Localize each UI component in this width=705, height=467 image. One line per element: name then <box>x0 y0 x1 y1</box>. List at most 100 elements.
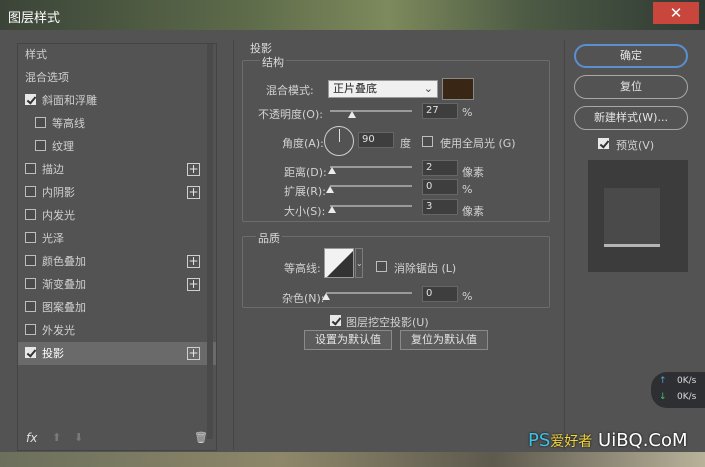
style-item-label: 外发光 <box>42 324 75 337</box>
style-item-label: 光泽 <box>42 232 64 245</box>
size-slider-thumb[interactable] <box>328 206 337 213</box>
noise-slider-thumb[interactable] <box>322 293 330 300</box>
set-default-button[interactable]: 设置为默认值 <box>304 330 392 350</box>
opacity-input[interactable]: 27 <box>422 103 458 119</box>
style-item-label: 投影 <box>42 347 64 360</box>
style-item-4[interactable]: 描边 + <box>18 158 216 181</box>
style-item-checkbox[interactable] <box>25 209 36 220</box>
style-item-2[interactable]: 等高线 <box>18 112 216 135</box>
add-style-icon[interactable]: + <box>187 186 200 199</box>
title-bar: 图层样式 ✕ <box>0 0 705 30</box>
spread-input[interactable]: 0 <box>422 179 458 195</box>
angle-input[interactable]: 90 <box>358 132 394 148</box>
styles-scrollbar[interactable] <box>207 44 213 439</box>
style-item-label: 渐变叠加 <box>42 278 86 291</box>
style-item-7[interactable]: 光泽 <box>18 227 216 250</box>
window-title: 图层样式 <box>8 11 61 26</box>
add-style-icon[interactable]: + <box>187 255 200 268</box>
add-style-icon[interactable]: + <box>187 347 200 360</box>
noise-label: 杂色(N): <box>282 292 325 305</box>
add-style-icon[interactable]: + <box>187 163 200 176</box>
knockout-checkbox[interactable] <box>330 315 341 326</box>
add-style-icon[interactable]: + <box>187 278 200 291</box>
spread-slider[interactable] <box>330 185 412 187</box>
style-item-10[interactable]: 图案叠加 <box>18 296 216 319</box>
antialias-label: 消除锯齿 (L) <box>394 262 457 275</box>
style-item-checkbox[interactable] <box>25 186 36 197</box>
move-up-icon[interactable]: ⬆ <box>52 431 61 444</box>
style-item-label: 内发光 <box>42 209 75 222</box>
angle-unit: 度 <box>400 137 411 150</box>
preview-checkbox[interactable] <box>598 138 609 149</box>
style-item-checkbox[interactable] <box>35 117 46 128</box>
style-item-11[interactable]: 外发光 <box>18 319 216 342</box>
style-item-checkbox[interactable] <box>25 163 36 174</box>
fx-button[interactable]: fx <box>26 431 37 445</box>
reset-default-button[interactable]: 复位为默认值 <box>400 330 488 350</box>
noise-unit: % <box>462 290 473 303</box>
net-speed-widget: ↑ 0K/s ↓ 0K/s <box>651 372 705 408</box>
style-item-label: 混合选项 <box>25 71 69 84</box>
style-item-3[interactable]: 纹理 <box>18 135 216 158</box>
styles-header[interactable]: 样式 <box>18 44 216 66</box>
style-item-8[interactable]: 颜色叠加 + <box>18 250 216 273</box>
opacity-slider-thumb[interactable] <box>348 111 357 118</box>
style-item-0[interactable]: 混合选项 <box>18 66 216 89</box>
quality-title: 品质 <box>256 230 282 246</box>
style-item-6[interactable]: 内发光 <box>18 204 216 227</box>
blend-mode-select[interactable]: 正片叠底 ⌄ <box>328 80 438 98</box>
upload-speed: 0K/s <box>677 376 697 386</box>
style-item-1[interactable]: 斜面和浮雕 <box>18 89 216 112</box>
ok-button[interactable]: 确定 <box>574 44 688 68</box>
noise-slider[interactable] <box>326 292 412 294</box>
style-item-checkbox[interactable] <box>25 347 36 358</box>
distance-input[interactable]: 2 <box>422 160 458 176</box>
size-slider[interactable] <box>330 205 412 207</box>
style-item-checkbox[interactable] <box>25 255 36 266</box>
antialias-checkbox[interactable] <box>376 261 387 272</box>
distance-slider[interactable] <box>330 166 412 168</box>
style-item-checkbox[interactable] <box>25 324 36 335</box>
opacity-label: 不透明度(O): <box>258 108 323 121</box>
styles-footer: fx ⬆ ⬇ 🗑 <box>18 428 216 450</box>
contour-preview[interactable] <box>324 248 354 278</box>
style-item-checkbox[interactable] <box>25 94 36 105</box>
shadow-color-swatch[interactable] <box>442 78 474 100</box>
size-input[interactable]: 3 <box>422 199 458 215</box>
spread-slider-thumb[interactable] <box>326 186 334 193</box>
close-button[interactable]: ✕ <box>653 2 699 24</box>
style-item-checkbox[interactable] <box>35 140 46 151</box>
background-strip <box>0 452 705 467</box>
contour-dropdown-icon[interactable]: ⌄ <box>355 248 363 278</box>
watermark-suffix: UiBQ.CoM <box>598 430 688 451</box>
style-item-checkbox[interactable] <box>25 278 36 289</box>
style-item-5[interactable]: 内阴影 + <box>18 181 216 204</box>
style-item-label: 纹理 <box>52 140 74 153</box>
style-item-12[interactable]: 投影 + <box>18 342 216 365</box>
new-style-button[interactable]: 新建样式(W)... <box>574 106 688 130</box>
watermark: PS爱好者 UiBQ.CoM <box>528 430 688 451</box>
noise-input[interactable]: 0 <box>422 286 458 302</box>
trash-icon[interactable]: 🗑 <box>194 431 208 444</box>
angle-dial[interactable] <box>324 126 354 156</box>
drop-shadow-panel: 投影 结构 混合模式: 正片叠底 ⌄ 不透明度(O): 27 % 角度(A): … <box>233 40 565 450</box>
style-item-checkbox[interactable] <box>25 301 36 312</box>
distance-slider-thumb[interactable] <box>327 167 336 174</box>
style-item-label: 等高线 <box>52 117 85 130</box>
style-item-checkbox[interactable] <box>25 232 36 243</box>
style-item-label: 颜色叠加 <box>42 255 86 268</box>
style-item-label: 描边 <box>42 163 64 176</box>
size-unit: 像素 <box>462 205 484 218</box>
style-preview <box>588 160 688 272</box>
opacity-unit: % <box>462 106 473 119</box>
style-item-label: 斜面和浮雕 <box>42 94 97 107</box>
reset-button[interactable]: 复位 <box>574 75 688 99</box>
opacity-slider[interactable] <box>330 110 412 112</box>
global-light-checkbox[interactable] <box>422 136 433 147</box>
blend-mode-label: 混合模式: <box>266 84 314 97</box>
download-arrow-icon: ↓ <box>659 392 667 402</box>
style-item-label: 内阴影 <box>42 186 75 199</box>
contour-label: 等高线: <box>284 262 321 275</box>
style-item-9[interactable]: 渐变叠加 + <box>18 273 216 296</box>
move-down-icon[interactable]: ⬇ <box>74 431 83 444</box>
